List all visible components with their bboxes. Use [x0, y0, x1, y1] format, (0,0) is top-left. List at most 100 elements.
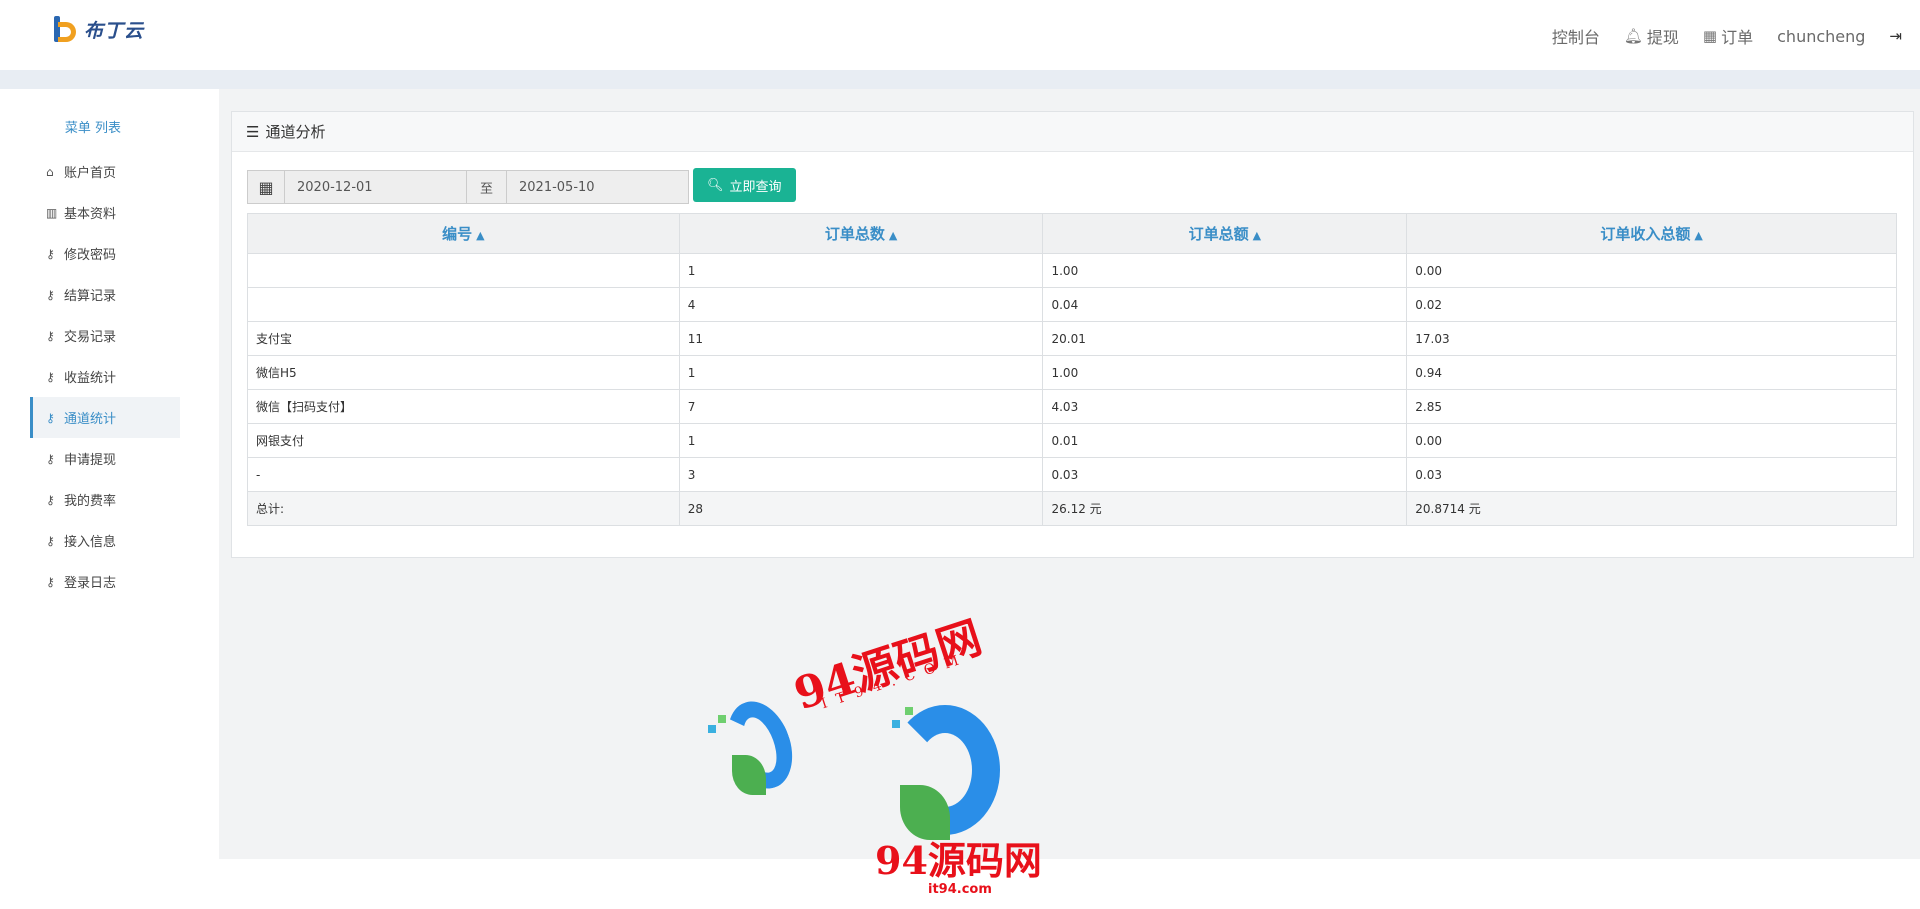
nav-console-link[interactable]: 控制台: [1552, 24, 1600, 48]
watermark-pixel-icon: [892, 720, 900, 728]
logo-mark-icon: [52, 14, 80, 44]
cell-order-count: 3: [678, 457, 1044, 492]
column-header-order-count[interactable]: 订单总数 ▲: [678, 213, 1044, 254]
nav-withdraw-label: 提现: [1646, 28, 1679, 47]
nav-orders-link[interactable]: ▦ 订单: [1703, 24, 1753, 48]
sidebar-item-income-stats[interactable]: ⚷ 收益统计: [30, 356, 180, 397]
sidebar-menu: ⌂ 账户首页 ▥ 基本资料 ⚷ 修改密码 ⚷ 结算记录 ⚷ 交易记录 ⚷ 收益统…: [30, 151, 180, 602]
total-order-amount: 26.12 元: [1042, 491, 1408, 526]
sidebar-item-login-log[interactable]: ⚷ 登录日志: [30, 561, 180, 602]
end-date-input[interactable]: 2021-05-10: [507, 170, 689, 204]
sidebar-item-transaction-records[interactable]: ⚷ 交易记录: [30, 315, 180, 356]
watermark-pixel-icon: [708, 725, 716, 733]
key-icon: ⚷: [46, 328, 55, 343]
cell-order-amount: 0.03: [1042, 457, 1408, 492]
watermark-footer-title: 94源码网: [875, 838, 1042, 883]
cell-channel: 微信H5: [247, 355, 680, 390]
cell-channel: -: [247, 457, 680, 492]
cell-channel: 支付宝: [247, 321, 680, 356]
nav-withdraw-link[interactable]: 🔔︎ 提现: [1624, 24, 1679, 48]
calendar-icon[interactable]: ▦: [247, 170, 285, 204]
key-icon: ⚷: [46, 533, 55, 548]
table-row: - 3 0.03 0.03: [247, 457, 1897, 492]
sidebar-item-label: 交易记录: [64, 330, 117, 345]
table-row: 微信H5 1 1.00 0.94: [247, 355, 1897, 390]
bell-icon: 🔔︎: [1623, 27, 1643, 45]
table-row: 网银支付 1 0.01 0.00: [247, 423, 1897, 458]
date-filter: ▦ 2020-12-01 至 2021-05-10 🔍︎ 立即查询: [247, 168, 796, 204]
watermark-url: it94.com: [928, 882, 992, 897]
sidebar-item-profile[interactable]: ▥ 基本资料: [30, 192, 180, 233]
watermark-pixel-icon: [905, 707, 913, 715]
cell-order-income: 17.03: [1406, 321, 1897, 356]
start-date-input[interactable]: 2020-12-01: [285, 170, 467, 204]
column-header-order-income[interactable]: 订单收入总额 ▲: [1406, 213, 1897, 254]
column-header-id[interactable]: 编号 ▲: [247, 213, 680, 254]
sidebar-item-channel-stats[interactable]: ⚷ 通道统计: [30, 397, 180, 438]
date-separator: 至: [467, 170, 507, 204]
cell-order-amount: 0.01: [1042, 423, 1408, 458]
brand-logo[interactable]: 布丁云: [52, 14, 144, 44]
key-icon: ⚷: [46, 574, 55, 589]
sidebar-title: 菜单 列表: [64, 121, 122, 136]
cell-order-amount: 4.03: [1042, 389, 1408, 424]
sort-up-icon: ▲: [888, 229, 898, 242]
cell-channel: [247, 253, 680, 288]
nav-user-link[interactable]: chuncheng: [1777, 27, 1865, 46]
sidebar-item-account-home[interactable]: ⌂ 账户首页: [30, 151, 180, 192]
sidebar-item-my-rates[interactable]: ⚷ 我的费率: [30, 479, 180, 520]
channel-analysis-panel: ☰ 通道分析 ▦ 2020-12-01 至 2021-05-10 🔍︎ 立即查询…: [231, 111, 1914, 558]
cell-order-count: 1: [678, 355, 1044, 390]
logo-text: 布丁云: [84, 19, 145, 42]
cell-order-count: 7: [678, 389, 1044, 424]
cell-channel: [247, 287, 680, 322]
cell-order-amount: 0.04: [1042, 287, 1408, 322]
sidebar-item-settlement-records[interactable]: ⚷ 结算记录: [30, 274, 180, 315]
sort-up-icon: ▲: [476, 229, 485, 242]
cell-order-amount: 1.00: [1042, 253, 1408, 288]
logout-button[interactable]: ⇥: [1889, 27, 1902, 45]
list-icon: ☰: [246, 122, 260, 141]
sidebar-item-label: 登录日志: [64, 576, 117, 591]
table-header-row: 编号 ▲ 订单总数 ▲ 订单总额 ▲ 订单收入总额 ▲: [247, 213, 1897, 254]
key-icon: ⚷: [46, 451, 55, 466]
nav-orders-label: 订单: [1721, 28, 1754, 47]
sidebar-item-access-info[interactable]: ⚷ 接入信息: [30, 520, 180, 561]
top-nav-links: 控制台 🔔︎ 提现 ▦ 订单 chuncheng ⇥: [1552, 24, 1902, 48]
panel-title: 通道分析: [265, 123, 326, 141]
sidebar-item-apply-withdraw[interactable]: ⚷ 申请提现: [30, 438, 180, 479]
cell-order-income: 0.03: [1406, 457, 1897, 492]
sidebar-item-label: 通道统计: [64, 412, 117, 427]
header-divider-band: [0, 70, 1920, 89]
key-icon: ⚷: [46, 287, 55, 302]
total-label: 总计:: [247, 491, 680, 526]
cell-order-amount: 20.01: [1042, 321, 1408, 356]
cell-order-income: 2.85: [1406, 389, 1897, 424]
table-row: 4 0.04 0.02: [247, 287, 1897, 322]
column-header-order-amount[interactable]: 订单总额 ▲: [1042, 213, 1408, 254]
cell-order-count: 11: [678, 321, 1044, 356]
sidebar-item-label: 基本资料: [64, 207, 117, 222]
sidebar-item-label: 收益统计: [64, 371, 117, 386]
total-order-income: 20.8714 元: [1406, 491, 1897, 526]
main-content: ☰ 通道分析 ▦ 2020-12-01 至 2021-05-10 🔍︎ 立即查询…: [219, 89, 1920, 859]
key-icon: ⚷: [46, 369, 55, 384]
channel-stats-table: 编号 ▲ 订单总数 ▲ 订单总额 ▲ 订单收入总额 ▲ 1 1.00 0.00 4 0.…: [247, 213, 1897, 526]
bar-chart-icon: ▥: [46, 205, 58, 220]
sidebar-item-label: 结算记录: [64, 289, 117, 304]
cell-order-count: 1: [678, 253, 1044, 288]
table-total-row: 总计: 28 26.12 元 20.8714 元: [247, 491, 1897, 526]
sidebar-item-label: 修改密码: [64, 248, 117, 263]
sidebar-item-label: 申请提现: [64, 453, 117, 468]
cell-order-income: 0.00: [1406, 253, 1897, 288]
username: chuncheng: [1777, 26, 1866, 46]
site-watermark: 94源码网 IT94.COM 94源码网 it94.com: [700, 595, 1060, 905]
logout-icon: ⇥: [1889, 27, 1902, 45]
panel-header: ☰ 通道分析: [232, 112, 1913, 152]
search-icon: 🔍︎: [707, 177, 724, 193]
query-button[interactable]: 🔍︎ 立即查询: [693, 168, 796, 202]
table-row: 1 1.00 0.00: [247, 253, 1897, 288]
sidebar-item-change-password[interactable]: ⚷ 修改密码: [30, 233, 180, 274]
calendar-icon: ▦: [1702, 27, 1718, 45]
cell-order-count: 4: [678, 287, 1044, 322]
